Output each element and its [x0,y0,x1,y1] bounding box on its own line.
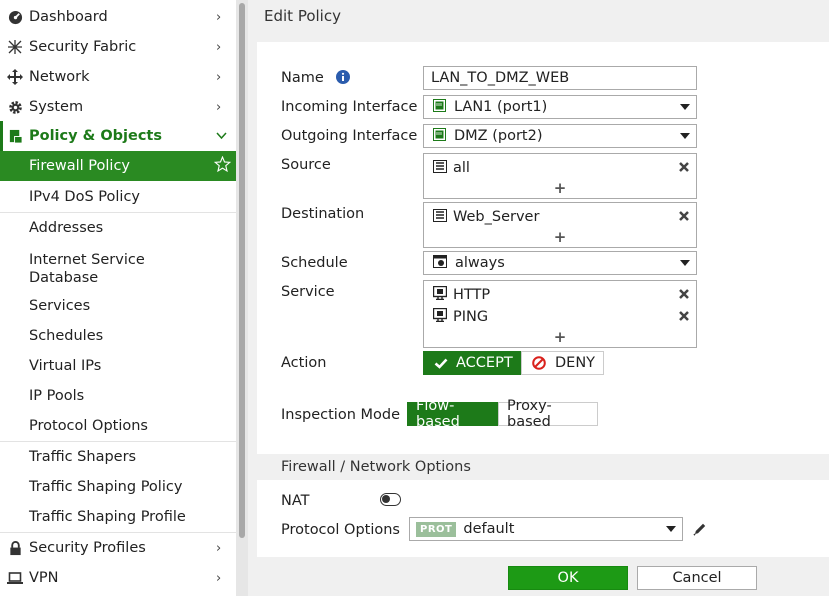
lock-icon [7,540,23,556]
add-source-button[interactable]: + [424,179,696,197]
dashboard-icon [7,10,23,25]
chevron-right-icon: › [216,99,222,115]
action-toggle-group: ACCEPT DENY [423,351,604,375]
service-entry: PING [424,306,696,328]
gear-icon [7,100,23,115]
service-field[interactable]: HTTP PING + [423,280,697,348]
chevron-right-icon: › [216,540,222,556]
outgoing-interface-select[interactable]: DMZ (port2) [423,124,697,148]
dropdown-caret-icon [680,133,690,139]
ok-button[interactable]: OK [508,566,628,590]
sidebar-item-policy-objects[interactable]: Policy & Objects [0,121,236,151]
protocol-options-label: Protocol Options [281,522,400,538]
schedule-label: Schedule [281,255,348,271]
remove-icon[interactable] [678,288,690,300]
check-icon [434,358,448,369]
incoming-interface-select[interactable]: LAN1 (port1) [423,95,697,119]
name-label: Name [281,70,351,88]
service-icon [432,285,448,304]
cancel-button[interactable]: Cancel [637,566,757,590]
sidebar-item-traffic-shapers[interactable]: Traffic Shapers [0,442,236,472]
action-label: Action [281,355,327,371]
protocol-badge: PROT [416,521,457,537]
proxy-based-button[interactable]: Proxy-based [498,398,598,430]
schedule-select[interactable]: always [423,251,697,275]
chevron-right-icon: › [216,39,222,55]
address-icon [433,208,447,226]
dropdown-caret-icon [666,526,676,532]
inspection-mode-toggle-group: Flow-based Proxy-based [407,398,598,430]
firewall-network-options-header: Firewall / Network Options [257,454,829,480]
sidebar: Dashboard › Security Fabric › Network › … [0,0,236,596]
deny-circle-icon [532,356,546,370]
deny-button[interactable]: DENY [521,351,604,375]
sidebar-item-virtual-ips[interactable]: Virtual IPs [0,351,236,381]
nat-label: NAT [281,493,310,509]
chevron-right-icon: › [216,69,222,85]
sidebar-item-protocol-options[interactable]: Protocol Options [0,411,236,441]
inspection-mode-label: Inspection Mode [281,407,401,423]
schedule-clock-icon [433,254,447,272]
sidebar-item-traffic-shaping-profile[interactable]: Traffic Shaping Profile [0,502,236,532]
add-service-button[interactable]: + [424,328,696,346]
chevron-right-icon: › [216,570,222,586]
sidebar-item-services[interactable]: Services [0,291,236,321]
service-label: Service [281,284,335,300]
source-entry: all [424,157,696,179]
info-icon[interactable] [336,70,351,88]
interface-port-icon [433,127,446,145]
source-field[interactable]: all + [423,153,697,199]
scrollbar-thumb[interactable] [239,3,245,538]
add-destination-button[interactable]: + [424,228,696,246]
sidebar-item-security-profiles[interactable]: Security Profiles › [0,533,236,563]
sidebar-scrollbar[interactable] [236,0,248,596]
remove-icon[interactable] [678,310,690,322]
page-title-bar: Edit Policy [248,0,829,31]
chevron-down-icon [216,129,236,144]
name-input[interactable]: LAN_TO_DMZ_WEB [423,66,697,90]
interface-port-icon [433,98,446,116]
toggle-knob [382,495,390,503]
dropdown-caret-icon [680,104,690,110]
edit-pencil-icon[interactable] [693,522,707,540]
service-icon [432,307,448,326]
sidebar-item-internet-service-database[interactable]: Internet Service Database [0,249,150,289]
incoming-interface-label: Incoming Interface [281,99,418,115]
policy-icon [7,129,23,144]
remove-icon[interactable] [678,161,690,173]
star-icon[interactable] [213,155,232,177]
edit-policy-panel: Name LAN_TO_DMZ_WEB Incoming Interface L… [257,42,829,557]
destination-field[interactable]: Web_Server + [423,202,697,248]
laptop-icon [7,571,23,585]
source-label: Source [281,157,331,173]
chevron-right-icon: › [216,9,222,25]
service-entry: HTTP [424,284,696,306]
sidebar-item-network[interactable]: Network › [0,62,236,92]
sidebar-item-firewall-policy[interactable]: Firewall Policy [0,151,236,181]
accept-button[interactable]: ACCEPT [423,351,521,375]
nat-toggle[interactable] [380,493,401,506]
sidebar-item-security-fabric[interactable]: Security Fabric › [0,32,236,62]
destination-label: Destination [281,206,365,222]
protocol-options-select[interactable]: PROT default [409,517,683,541]
flow-based-button[interactable]: Flow-based [407,398,498,430]
page-title: Edit Policy [264,6,341,25]
address-icon [433,159,447,177]
sidebar-item-vpn[interactable]: VPN › [0,563,236,593]
sidebar-item-dashboard[interactable]: Dashboard › [0,2,236,32]
remove-icon[interactable] [678,210,690,222]
network-icon [7,69,23,85]
sidebar-item-traffic-shaping-policy[interactable]: Traffic Shaping Policy [0,472,236,502]
sidebar-item-ipv4-dos-policy[interactable]: IPv4 DoS Policy [0,182,236,212]
sidebar-item-addresses[interactable]: Addresses [0,213,236,243]
destination-entry: Web_Server [424,206,696,228]
sidebar-item-system[interactable]: System › [0,92,236,122]
outgoing-interface-label: Outgoing Interface [281,128,418,144]
fabric-icon [7,39,23,55]
dropdown-caret-icon [680,260,690,266]
main-content: Edit Policy Name LAN_TO_DMZ_WEB Incoming… [248,0,829,596]
sidebar-item-ip-pools[interactable]: IP Pools [0,381,236,411]
sidebar-item-schedules[interactable]: Schedules [0,321,236,351]
